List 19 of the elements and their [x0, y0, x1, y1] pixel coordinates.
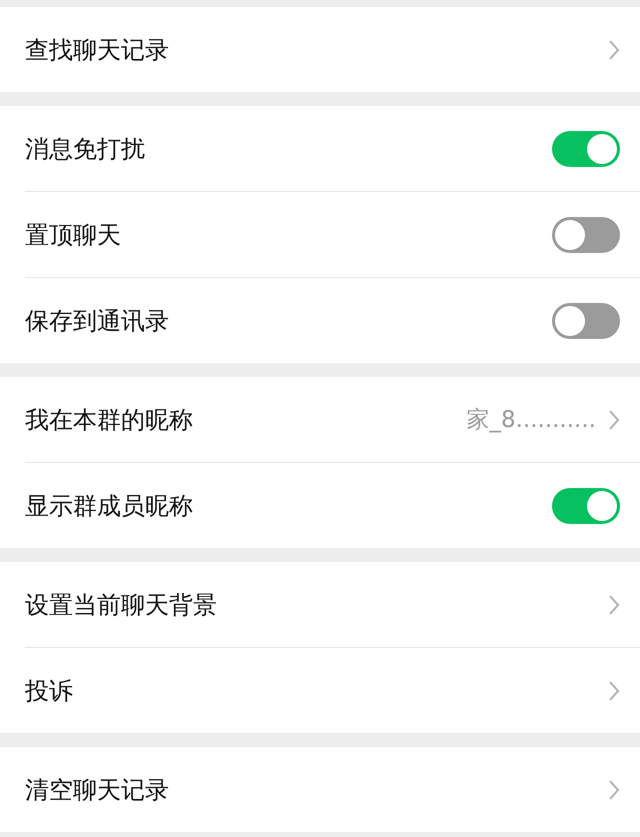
chevron-right-icon: [608, 680, 620, 702]
setting-label: 置顶聊天: [25, 220, 122, 250]
toggle-switch[interactable]: [552, 488, 620, 524]
chevron-right-icon: [608, 38, 620, 60]
setting-label[interactable]: 设置当前聊天背景: [25, 588, 608, 620]
setting-label[interactable]: 查找聊天记录: [25, 34, 608, 66]
setting-label[interactable]: 投诉: [25, 674, 608, 706]
chevron-right-icon: [608, 594, 620, 616]
setting-label: 保存到通讯录: [25, 306, 170, 336]
setting-label[interactable]: 清空聊天记录: [25, 774, 608, 806]
toggle-switch[interactable]: [552, 216, 620, 252]
toggle-switch[interactable]: [552, 130, 620, 166]
nickname-value: 家_8...........: [466, 406, 596, 435]
chevron-right-icon: [608, 408, 620, 430]
toggle-switch[interactable]: [552, 302, 620, 338]
setting-label[interactable]: 我在本群的昵称: [25, 404, 466, 436]
chevron-right-icon: [608, 778, 620, 800]
setting-label: 显示群成员昵称: [25, 490, 194, 522]
setting-label: 消息免打扰: [25, 134, 146, 164]
